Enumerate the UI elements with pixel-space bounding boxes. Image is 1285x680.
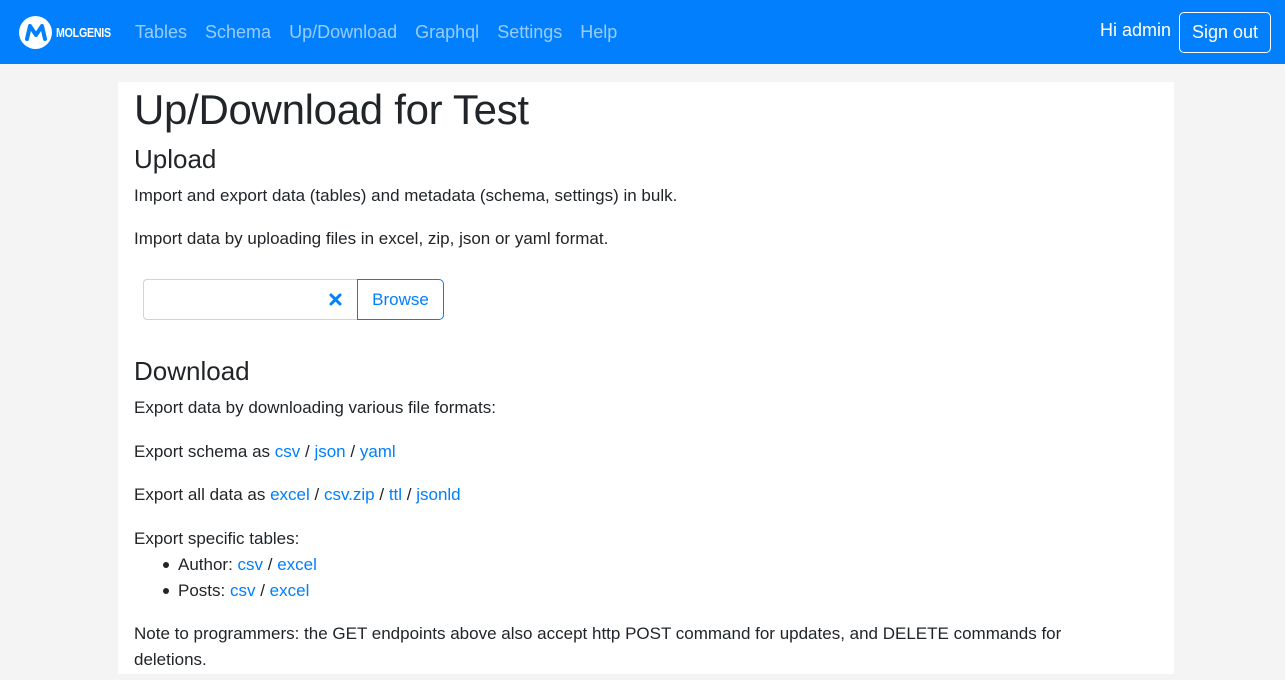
all-csvzip-link[interactable]: csv.zip <box>324 485 375 504</box>
separator: / <box>345 442 360 461</box>
schema-csv-link[interactable]: csv <box>275 442 301 461</box>
sign-out-button[interactable]: Sign out <box>1179 12 1271 53</box>
top-navbar: MOLGENIS Tables Schema Up/Download Graph… <box>0 0 1285 64</box>
export-schema-line: Export schema as csv / json / yaml <box>134 442 396 462</box>
close-icon <box>329 293 341 305</box>
author-csv-link[interactable]: csv <box>238 555 264 574</box>
schema-json-link[interactable]: json <box>314 442 345 461</box>
user-greeting: Hi admin <box>1100 20 1172 40</box>
nav-tables[interactable]: Tables <box>126 22 196 43</box>
upload-intro: Import and export data (tables) and meta… <box>134 186 678 205</box>
export-specific-label: Export specific tables: <box>134 529 300 548</box>
nav-updownload[interactable]: Up/Download <box>280 22 406 43</box>
brand-name: MOLGENIS <box>56 24 111 40</box>
upload-heading: Upload <box>134 144 217 174</box>
download-heading: Download <box>134 356 250 386</box>
programmer-note-line-1: Note to programmers: the GET endpoints a… <box>134 624 1062 643</box>
molgenis-logo-icon <box>19 15 52 49</box>
all-jsonld-link[interactable]: jsonld <box>416 485 460 504</box>
molgenis-logo-link[interactable]: MOLGENIS <box>19 15 123 49</box>
posts-excel-link[interactable]: excel <box>270 581 310 600</box>
separator: / <box>263 555 278 574</box>
schema-yaml-link[interactable]: yaml <box>360 442 396 461</box>
page-title: Up/Download for Test <box>134 86 529 133</box>
separator: / <box>402 485 417 504</box>
table-name: Author: <box>178 555 233 574</box>
download-intro: Export data by downloading various file … <box>134 398 496 417</box>
posts-csv-link[interactable]: csv <box>230 581 256 600</box>
nav-help[interactable]: Help <box>571 22 626 43</box>
list-bullet <box>163 588 169 594</box>
nav-graphql[interactable]: Graphql <box>406 22 488 43</box>
programmer-note-line-2: deletions. <box>134 650 207 669</box>
nav-settings[interactable]: Settings <box>488 22 571 43</box>
separator: / <box>374 485 389 504</box>
all-excel-link[interactable]: excel <box>270 485 310 504</box>
main-nav: Tables Schema Up/Download Graphql Settin… <box>126 0 626 64</box>
export-all-label: Export all data as <box>134 485 271 504</box>
separator: / <box>300 442 315 461</box>
separator: / <box>309 485 324 504</box>
table-item-author: Author: csv / excel <box>178 555 317 575</box>
export-all-line: Export all data as excel / csv.zip / ttl… <box>134 485 461 505</box>
browse-button[interactable]: Browse <box>357 279 444 320</box>
export-schema-label: Export schema as <box>134 442 275 461</box>
separator: / <box>255 581 270 600</box>
clear-file-button[interactable] <box>325 288 345 310</box>
author-excel-link[interactable]: excel <box>277 555 317 574</box>
list-bullet <box>163 562 169 568</box>
all-ttl-link[interactable]: ttl <box>389 485 402 504</box>
upload-instructions: Import data by uploading files in excel,… <box>134 229 609 248</box>
table-name: Posts: <box>178 581 226 600</box>
nav-schema[interactable]: Schema <box>196 22 280 43</box>
table-item-posts: Posts: csv / excel <box>178 581 309 601</box>
